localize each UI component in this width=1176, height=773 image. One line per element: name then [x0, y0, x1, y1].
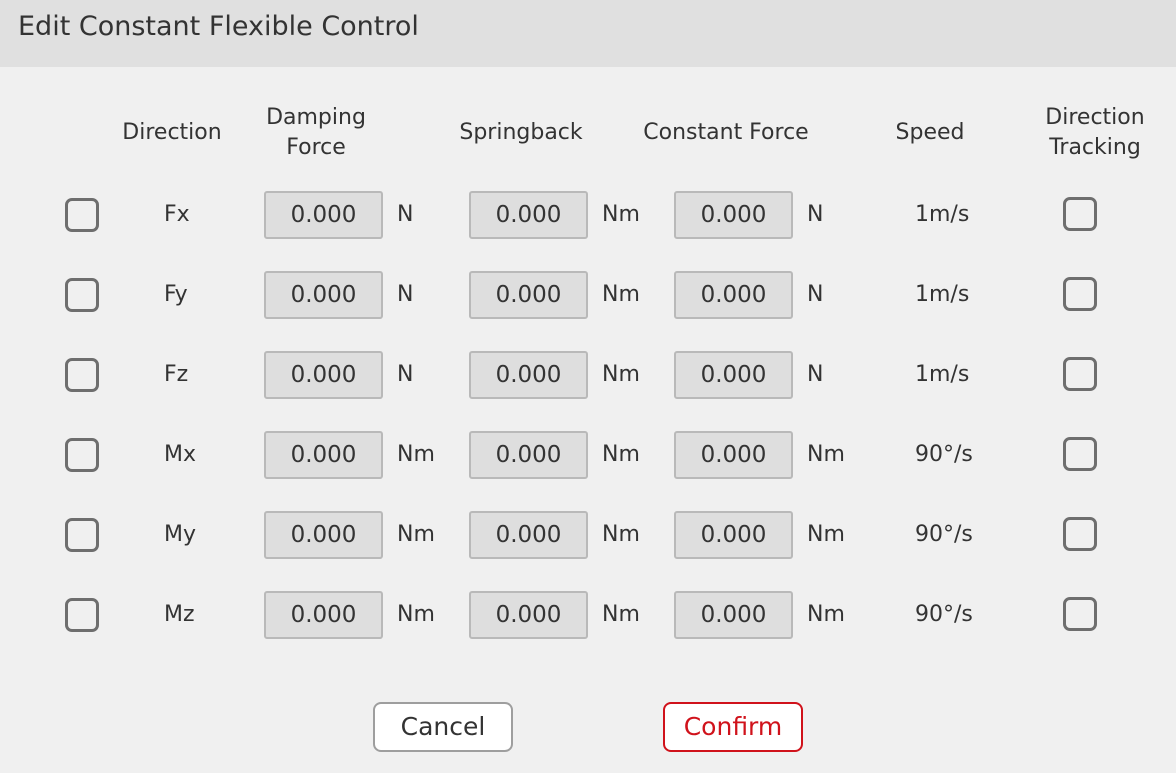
direction-tracking-checkbox-my[interactable] [1063, 517, 1097, 551]
header-springback: Springback [459, 120, 583, 145]
damping-force-unit: N [397, 362, 414, 387]
header-direction-tracking: Direction Tracking [1045, 105, 1145, 160]
direction-tracking-checkbox-fx[interactable] [1063, 197, 1097, 231]
damping-force-input[interactable] [264, 271, 383, 319]
direction-label: Fx [164, 202, 190, 227]
damping-force-input[interactable] [264, 191, 383, 239]
direction-row-fx: Fx N Nm N 1m/s [0, 190, 1176, 240]
constant-force-input[interactable] [674, 431, 793, 479]
springback-input[interactable] [469, 191, 588, 239]
constant-force-unit: N [807, 362, 824, 387]
springback-input[interactable] [469, 351, 588, 399]
speed-value: 1m/s [915, 362, 970, 387]
springback-unit: Nm [602, 282, 640, 307]
damping-force-input[interactable] [264, 591, 383, 639]
constant-force-unit: N [807, 202, 824, 227]
constant-force-input[interactable] [674, 351, 793, 399]
springback-input[interactable] [469, 511, 588, 559]
direction-row-fy: Fy N Nm N 1m/s [0, 270, 1176, 320]
damping-force-input[interactable] [264, 351, 383, 399]
springback-unit: Nm [602, 362, 640, 387]
speed-value: 90°/s [915, 522, 973, 547]
constant-force-unit: Nm [807, 602, 845, 627]
springback-input[interactable] [469, 431, 588, 479]
enable-checkbox-mx[interactable] [65, 438, 99, 472]
speed-value: 1m/s [915, 282, 970, 307]
damping-force-unit: Nm [397, 442, 435, 467]
damping-force-unit: Nm [397, 522, 435, 547]
constant-force-unit: Nm [807, 522, 845, 547]
constant-force-input[interactable] [674, 271, 793, 319]
springback-unit: Nm [602, 202, 640, 227]
springback-unit: Nm [602, 522, 640, 547]
title-bar: Edit Constant Flexible Control [0, 0, 1176, 67]
enable-checkbox-fx[interactable] [65, 198, 99, 232]
direction-tracking-checkbox-mx[interactable] [1063, 437, 1097, 471]
direction-label: Mz [164, 602, 195, 627]
constant-force-unit: Nm [807, 442, 845, 467]
direction-label: Fz [164, 362, 189, 387]
direction-label: Fy [164, 282, 188, 307]
enable-checkbox-mz[interactable] [65, 598, 99, 632]
direction-row-my: My Nm Nm Nm 90°/s [0, 510, 1176, 560]
damping-force-unit: Nm [397, 602, 435, 627]
enable-checkbox-fy[interactable] [65, 278, 99, 312]
constant-force-input[interactable] [674, 591, 793, 639]
header-damping-force: Damping Force [266, 105, 366, 160]
constant-force-input[interactable] [674, 511, 793, 559]
direction-tracking-checkbox-fy[interactable] [1063, 277, 1097, 311]
springback-unit: Nm [602, 442, 640, 467]
direction-tracking-checkbox-mz[interactable] [1063, 597, 1097, 631]
damping-force-input[interactable] [264, 431, 383, 479]
edit-constant-flexible-control-dialog: Edit Constant Flexible Control Direction… [0, 0, 1176, 773]
damping-force-input[interactable] [264, 511, 383, 559]
header-direction: Direction [122, 120, 222, 145]
direction-label: My [164, 522, 197, 547]
confirm-button[interactable]: Confirm [663, 702, 803, 752]
damping-force-unit: N [397, 282, 414, 307]
dialog-title: Edit Constant Flexible Control [18, 11, 419, 42]
speed-value: 1m/s [915, 202, 970, 227]
direction-label: Mx [164, 442, 197, 467]
enable-checkbox-my[interactable] [65, 518, 99, 552]
speed-value: 90°/s [915, 602, 973, 627]
direction-row-fz: Fz N Nm N 1m/s [0, 350, 1176, 400]
header-speed: Speed [895, 120, 965, 145]
header-constant-force: Constant Force [643, 120, 809, 145]
springback-input[interactable] [469, 271, 588, 319]
cancel-button[interactable]: Cancel [373, 702, 513, 752]
springback-input[interactable] [469, 591, 588, 639]
direction-row-mx: Mx Nm Nm Nm 90°/s [0, 430, 1176, 480]
enable-checkbox-fz[interactable] [65, 358, 99, 392]
direction-tracking-checkbox-fz[interactable] [1063, 357, 1097, 391]
constant-force-unit: N [807, 282, 824, 307]
springback-unit: Nm [602, 602, 640, 627]
speed-value: 90°/s [915, 442, 973, 467]
constant-force-input[interactable] [674, 191, 793, 239]
direction-row-mz: Mz Nm Nm Nm 90°/s [0, 590, 1176, 640]
damping-force-unit: N [397, 202, 414, 227]
